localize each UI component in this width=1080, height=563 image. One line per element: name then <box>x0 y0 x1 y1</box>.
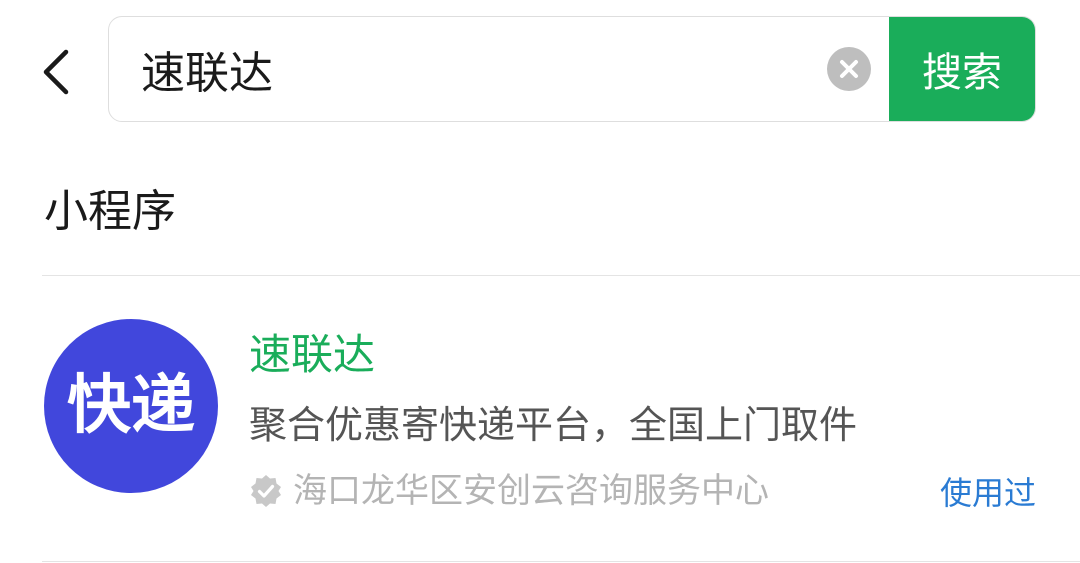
search-bar: 搜索 <box>108 16 1036 122</box>
verified-badge-icon <box>249 474 283 508</box>
clear-icon <box>827 47 871 91</box>
app-logo: 快递 <box>44 319 218 493</box>
clear-button[interactable] <box>809 17 889 121</box>
app-company: 海口龙华区安创云咨询服务中心 <box>249 468 769 514</box>
used-badge: 使用过 <box>939 474 1036 512</box>
search-input[interactable] <box>109 17 809 121</box>
app-logo-text: 快递 <box>67 368 195 443</box>
app-name: 速联达 <box>249 330 376 379</box>
company-name: 海口龙华区安创云咨询服务中心 <box>293 471 769 511</box>
divider <box>42 561 1080 562</box>
search-button[interactable]: 搜索 <box>889 17 1035 121</box>
app-description: 聚合优惠寄快递平台，全国上门取件 <box>249 403 858 447</box>
mini-program-result[interactable]: 快递 速联达 聚合优惠寄快递平台，全国上门取件 海口龙华区安创云咨询服务中心 使… <box>0 276 1080 560</box>
back-button[interactable] <box>30 40 80 104</box>
chevron-left-icon <box>43 49 69 95</box>
section-title: 小程序 <box>44 186 176 237</box>
